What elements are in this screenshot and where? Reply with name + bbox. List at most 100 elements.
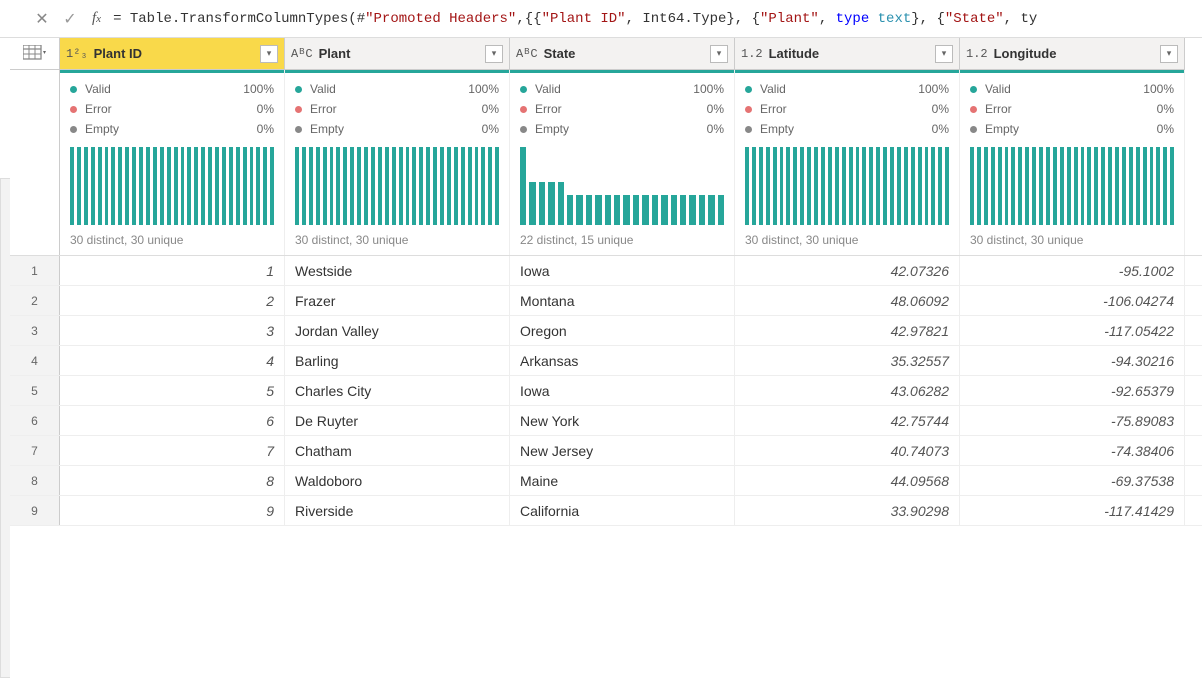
distribution-histogram <box>970 147 1174 225</box>
table-icon[interactable] <box>10 38 60 70</box>
table-row[interactable]: 99RiversideCalifornia33.90298-117.41429 <box>10 496 1202 526</box>
valid-label: Valid <box>760 79 918 99</box>
cell-plant-id[interactable]: 4 <box>60 346 285 375</box>
cell-latitude[interactable]: 44.09568 <box>735 466 960 495</box>
cell-plant-id[interactable]: 7 <box>60 436 285 465</box>
cell-plant-id[interactable]: 3 <box>60 316 285 345</box>
cell-longitude[interactable]: -95.1002 <box>960 256 1185 285</box>
cell-plant-id[interactable]: 8 <box>60 466 285 495</box>
column-header-plant[interactable]: AᴮC Plant▾ <box>285 38 510 70</box>
type-icon[interactable]: AᴮC <box>516 47 538 61</box>
type-icon[interactable]: 1²₃ <box>66 47 88 61</box>
cell-state[interactable]: Montana <box>510 286 735 315</box>
column-name: Plant <box>319 46 485 61</box>
cell-plant[interactable]: Frazer <box>285 286 510 315</box>
fx-icon[interactable]: fx <box>84 10 109 27</box>
cell-state[interactable]: New Jersey <box>510 436 735 465</box>
row-number[interactable]: 2 <box>10 286 60 315</box>
cell-plant[interactable]: Chatham <box>285 436 510 465</box>
column-filter-dropdown[interactable]: ▾ <box>935 45 953 63</box>
cell-plant-id[interactable]: 6 <box>60 406 285 435</box>
cell-longitude[interactable]: -117.05422 <box>960 316 1185 345</box>
table-row[interactable]: 66De RuyterNew York42.75744-75.89083 <box>10 406 1202 436</box>
error-label: Error <box>85 99 257 119</box>
cell-plant[interactable]: Riverside <box>285 496 510 525</box>
cell-state[interactable]: Arkansas <box>510 346 735 375</box>
row-number[interactable]: 5 <box>10 376 60 405</box>
cell-longitude[interactable]: -69.37538 <box>960 466 1185 495</box>
row-number[interactable]: 1 <box>10 256 60 285</box>
cell-plant[interactable]: Charles City <box>285 376 510 405</box>
cell-longitude[interactable]: -75.89083 <box>960 406 1185 435</box>
cell-latitude[interactable]: 43.06282 <box>735 376 960 405</box>
column-profile: Valid100%Error0%Empty0%30 distinct, 30 u… <box>960 70 1185 255</box>
column-filter-dropdown[interactable]: ▾ <box>1160 45 1178 63</box>
column-header-state[interactable]: AᴮCState▾ <box>510 38 735 70</box>
column-header-longitude[interactable]: 1.2 Longitude▾ <box>960 38 1185 70</box>
error-label: Error <box>985 99 1157 119</box>
table-row[interactable]: 44BarlingArkansas35.32557-94.30216 <box>10 346 1202 376</box>
empty-label: Empty <box>535 119 707 139</box>
cell-plant-id[interactable]: 5 <box>60 376 285 405</box>
distinct-summary: 30 distinct, 30 unique <box>970 233 1174 247</box>
cell-latitude[interactable]: 42.97821 <box>735 316 960 345</box>
cell-longitude[interactable]: -92.65379 <box>960 376 1185 405</box>
column-name: Plant ID <box>94 46 260 61</box>
cell-longitude[interactable]: -74.38406 <box>960 436 1185 465</box>
cell-latitude[interactable]: 33.90298 <box>735 496 960 525</box>
row-number[interactable]: 9 <box>10 496 60 525</box>
column-name: Latitude <box>769 46 935 61</box>
cell-latitude[interactable]: 40.74073 <box>735 436 960 465</box>
cell-plant[interactable]: Waldoboro <box>285 466 510 495</box>
left-sidebar-tab[interactable] <box>0 178 10 678</box>
type-icon[interactable]: 1.2 <box>966 47 988 61</box>
cell-state[interactable]: California <box>510 496 735 525</box>
table-row[interactable]: 22FrazerMontana48.06092-106.04274 <box>10 286 1202 316</box>
cell-plant-id[interactable]: 9 <box>60 496 285 525</box>
row-number[interactable]: 6 <box>10 406 60 435</box>
column-name: Longitude <box>994 46 1160 61</box>
row-number[interactable]: 8 <box>10 466 60 495</box>
cell-state[interactable]: Iowa <box>510 376 735 405</box>
cancel-formula-button[interactable]: ✕ <box>28 5 56 33</box>
apply-formula-button[interactable]: ✓ <box>56 5 84 33</box>
cell-latitude[interactable]: 42.07326 <box>735 256 960 285</box>
row-number[interactable]: 7 <box>10 436 60 465</box>
cell-plant[interactable]: Barling <box>285 346 510 375</box>
cell-state[interactable]: Maine <box>510 466 735 495</box>
cell-state[interactable]: Oregon <box>510 316 735 345</box>
column-filter-dropdown[interactable]: ▾ <box>485 45 503 63</box>
formula-input[interactable]: = Table.TransformColumnTypes(#"Promoted … <box>109 11 1196 27</box>
table-row[interactable]: 11WestsideIowa42.07326-95.1002 <box>10 256 1202 286</box>
distinct-summary: 30 distinct, 30 unique <box>70 233 274 247</box>
cell-longitude[interactable]: -117.41429 <box>960 496 1185 525</box>
cell-latitude[interactable]: 42.75744 <box>735 406 960 435</box>
cell-plant-id[interactable]: 1 <box>60 256 285 285</box>
table-row[interactable]: 55Charles CityIowa43.06282-92.65379 <box>10 376 1202 406</box>
distinct-summary: 22 distinct, 15 unique <box>520 233 724 247</box>
cell-plant[interactable]: Jordan Valley <box>285 316 510 345</box>
valid-label: Valid <box>85 79 243 99</box>
column-header-latitude[interactable]: 1.2 Latitude▾ <box>735 38 960 70</box>
cell-latitude[interactable]: 48.06092 <box>735 286 960 315</box>
cell-state[interactable]: Iowa <box>510 256 735 285</box>
type-icon[interactable]: AᴮC <box>291 47 313 61</box>
column-filter-dropdown[interactable]: ▾ <box>260 45 278 63</box>
column-filter-dropdown[interactable]: ▾ <box>710 45 728 63</box>
cell-longitude[interactable]: -94.30216 <box>960 346 1185 375</box>
cell-state[interactable]: New York <box>510 406 735 435</box>
table-row[interactable]: 77ChathamNew Jersey40.74073-74.38406 <box>10 436 1202 466</box>
cell-plant-id[interactable]: 2 <box>60 286 285 315</box>
distribution-histogram <box>520 147 724 225</box>
column-header-plant-id[interactable]: 1²₃ Plant ID▾ <box>60 38 285 70</box>
cell-latitude[interactable]: 35.32557 <box>735 346 960 375</box>
table-row[interactable]: 88WaldoboroMaine44.09568-69.37538 <box>10 466 1202 496</box>
row-number[interactable]: 3 <box>10 316 60 345</box>
cell-plant[interactable]: Westside <box>285 256 510 285</box>
table-row[interactable]: 33Jordan ValleyOregon42.97821-117.05422 <box>10 316 1202 346</box>
cell-plant[interactable]: De Ruyter <box>285 406 510 435</box>
row-number[interactable]: 4 <box>10 346 60 375</box>
type-icon[interactable]: 1.2 <box>741 47 763 61</box>
cell-longitude[interactable]: -106.04274 <box>960 286 1185 315</box>
formula-bar: ✕ ✓ fx = Table.TransformColumnTypes(#"Pr… <box>0 0 1202 38</box>
